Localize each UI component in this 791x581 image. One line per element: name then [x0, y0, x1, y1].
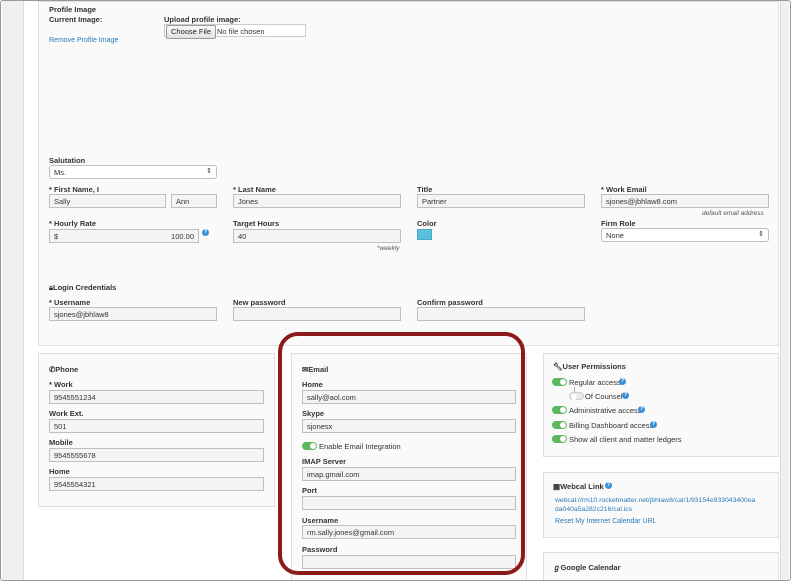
- phone-home-input[interactable]: 9545554321: [49, 477, 264, 491]
- webcal-help-icon[interactable]: ?: [605, 482, 612, 489]
- billing-dashboard-help-icon[interactable]: ?: [650, 421, 657, 428]
- reset-calendar-url-link[interactable]: Reset My Internet Calendar URL: [555, 518, 657, 525]
- webcal-url-line1[interactable]: webcal://rm10.rocketmatter.net/jbhlaw8/c…: [555, 497, 755, 504]
- salutation-value: Ms.: [54, 168, 67, 177]
- salutation-select[interactable]: Ms. ⇕: [49, 165, 217, 179]
- new-password-label: New password: [233, 298, 286, 307]
- file-upload-input[interactable]: Choose File No file chosen: [164, 24, 306, 39]
- no-file-chosen-text: No file chosen: [217, 27, 265, 36]
- hourly-rate-help-icon[interactable]: ?: [202, 229, 209, 236]
- show-ledgers-toggle[interactable]: [552, 435, 567, 443]
- of-counsel-label: Of Counsel: [585, 392, 623, 401]
- billing-dashboard-label: Billing Dashboard access: [569, 421, 654, 430]
- highlight-annotation: [278, 332, 525, 575]
- phone-title: Phone: [55, 365, 79, 374]
- show-ledgers-label: Show all client and matter ledgers: [569, 435, 682, 444]
- google-calendar-title: Google Calendar: [560, 563, 621, 572]
- title-input[interactable]: Partner: [417, 194, 585, 208]
- regular-access-label: Regular access: [569, 378, 621, 387]
- phone-work-input[interactable]: 9545551234: [49, 390, 264, 404]
- work-email-input[interactable]: sjones@jbhlaw8.com: [601, 194, 769, 208]
- new-password-input[interactable]: [233, 307, 401, 321]
- confirm-password-label: Confirm password: [417, 298, 483, 307]
- webcal-heading: ▦Webcal Link: [553, 482, 604, 491]
- phone-work-label: * Work: [49, 380, 73, 389]
- phone-home-label: Home: [49, 467, 70, 476]
- confirm-password-input[interactable]: [417, 307, 585, 321]
- select-arrows-icon: ⇕: [758, 231, 764, 238]
- billing-dashboard-toggle[interactable]: [552, 421, 567, 429]
- hourly-rate-label: * Hourly Rate: [49, 219, 97, 228]
- first-name-label: * First Name, I: [49, 185, 100, 194]
- regular-access-help-icon[interactable]: ?: [619, 378, 626, 385]
- remove-profile-image-link[interactable]: Remove Profile Image: [49, 37, 118, 44]
- administrative-access-label: Administrative access: [569, 406, 642, 415]
- regular-access-toggle[interactable]: [552, 378, 567, 386]
- permissions-heading: 🔧︎User Permissions: [553, 362, 626, 371]
- currency-symbol: $: [54, 232, 59, 241]
- select-arrows-icon: ⇕: [206, 168, 212, 175]
- google-icon: ℊ: [553, 563, 561, 572]
- firm-role-select[interactable]: None ⇕: [601, 228, 769, 242]
- of-counsel-help-icon[interactable]: ?: [622, 392, 629, 399]
- hourly-rate-input[interactable]: $ 100.00: [49, 229, 199, 243]
- last-name-label: * Last Name: [233, 185, 276, 194]
- current-image-label: Current Image:: [49, 15, 103, 24]
- phone-ext-input[interactable]: 501: [49, 419, 264, 433]
- choose-file-button[interactable]: Choose File: [166, 25, 217, 39]
- window-frame: Profile Image Current Image: Remove Prof…: [0, 0, 791, 581]
- hourly-rate-value: 100.00: [171, 232, 194, 241]
- first-name-input[interactable]: Sally: [49, 194, 166, 208]
- salutation-label: Salutation: [49, 156, 86, 165]
- left-sidebar-strip: [2, 1, 24, 580]
- color-swatch[interactable]: [417, 229, 432, 240]
- firm-role-label: Firm Role: [601, 219, 636, 228]
- right-edge-strip: [780, 1, 789, 580]
- webcal-url-line2[interactable]: da040a5a282c216/cal.ics: [555, 506, 632, 513]
- phone-mobile-input[interactable]: 9545555678: [49, 448, 264, 462]
- middle-initial-input[interactable]: Ann: [171, 194, 217, 208]
- login-credentials-heading: 🔒︎Login Credentials: [49, 283, 116, 293]
- phone-heading: ✆Phone: [49, 365, 78, 374]
- webcal-title: Webcal Link: [560, 482, 604, 491]
- administrative-access-toggle[interactable]: [552, 406, 567, 414]
- phone-ext-label: Work Ext.: [49, 409, 84, 418]
- target-hours-label: Target Hours: [233, 219, 280, 228]
- of-counsel-toggle[interactable]: [569, 392, 584, 400]
- weekly-note: *weekly: [377, 245, 400, 252]
- work-email-label: * Work Email: [601, 185, 647, 194]
- username-input[interactable]: sjones@jbhlaw8: [49, 307, 217, 321]
- upload-image-label: Upload profile image:: [164, 15, 241, 24]
- administrative-access-help-icon[interactable]: ?: [638, 406, 645, 413]
- google-calendar-heading: ℊGoogle Calendar: [553, 562, 621, 573]
- last-name-input[interactable]: Jones: [233, 194, 401, 208]
- username-label: * Username: [49, 298, 91, 307]
- permissions-title: User Permissions: [562, 362, 626, 371]
- target-hours-input[interactable]: 40: [233, 229, 401, 243]
- color-label: Color: [417, 219, 437, 228]
- phone-mobile-label: Mobile: [49, 438, 73, 447]
- title-label: Title: [417, 185, 433, 194]
- firm-role-value: None: [606, 231, 624, 240]
- default-email-note: default email address: [702, 210, 764, 217]
- profile-image-heading: Profile Image: [49, 5, 97, 14]
- login-credentials-title: Login Credentials: [53, 283, 117, 292]
- wrench-icon: 🔧︎: [553, 362, 563, 371]
